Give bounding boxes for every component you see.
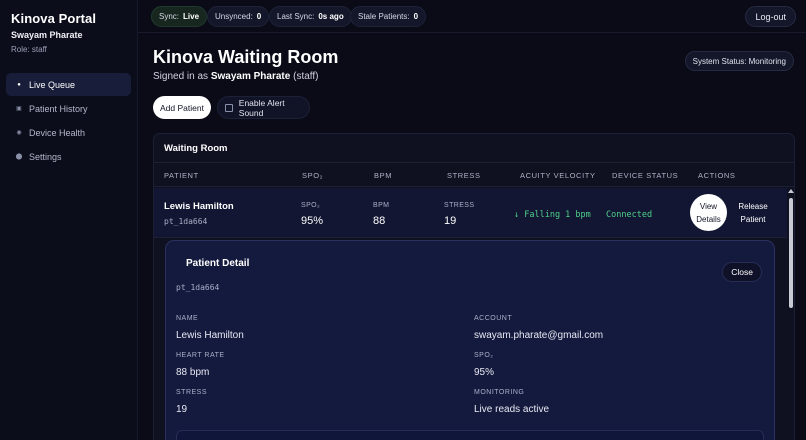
sidebar-item-settings[interactable]: ⬤ Settings bbox=[6, 145, 131, 168]
user-role: Role: staff bbox=[11, 45, 47, 54]
scroll-up-icon[interactable] bbox=[788, 189, 794, 193]
scrollbar[interactable] bbox=[787, 188, 794, 440]
stress-value: 19 bbox=[444, 215, 457, 227]
sidebar-item-label: Patient History bbox=[29, 103, 88, 114]
view-details-button[interactable]: View Details bbox=[690, 194, 727, 231]
last-sync-badge: Last Sync: 0s ago bbox=[269, 6, 352, 27]
list-icon: ▣ bbox=[16, 106, 22, 112]
alert-sound-checkbox[interactable] bbox=[225, 103, 233, 112]
sidebar: Kinova Portal Swayam Pharate Role: staff… bbox=[0, 0, 138, 440]
logout-button[interactable]: Log-out bbox=[745, 6, 796, 27]
add-patient-button[interactable]: Add Patient bbox=[153, 96, 211, 119]
view-line1: View bbox=[699, 201, 718, 211]
detail-spo2-value: 95% bbox=[474, 367, 495, 378]
last-sync-label: Last Sync: bbox=[277, 12, 315, 21]
unsynced-value: 0 bbox=[256, 12, 262, 21]
stress-label: STRESS bbox=[444, 202, 475, 209]
sync-value: Live bbox=[183, 12, 200, 21]
sidebar-nav: ● Live Queue ▣ Patient History ◉ Device … bbox=[6, 73, 131, 169]
alert-sound-toggle[interactable]: Enable Alert Sound bbox=[217, 96, 310, 119]
alert-sound-label: Enable Alert Sound bbox=[238, 97, 285, 118]
gauge-icon: ◉ bbox=[16, 130, 22, 136]
account-value: swayam.pharate@gmail.com bbox=[474, 330, 604, 341]
waiting-room-panel: Waiting Room PATIENT SPO₂ BPM STRESS ACU… bbox=[153, 133, 795, 440]
table-row[interactable]: Lewis Hamilton pt_1da664 SPO₂ 95% BPM 88… bbox=[154, 188, 787, 238]
column-header-spo2: SPO₂ bbox=[302, 171, 324, 180]
patient-id: pt_1da664 bbox=[164, 217, 208, 226]
device-status: Connected bbox=[606, 210, 653, 220]
table-header: PATIENT SPO₂ BPM STRESS ACUITY VELOCITY … bbox=[154, 162, 794, 187]
sync-status-badge: Sync: Live bbox=[151, 6, 208, 27]
stale-label: Stale Patients: bbox=[358, 12, 410, 21]
detail-bottom-section bbox=[176, 430, 764, 440]
last-sync-value: 0s ago bbox=[318, 12, 344, 21]
stale-value: 0 bbox=[413, 12, 419, 21]
close-button[interactable]: Close bbox=[722, 262, 762, 282]
column-header-acuity-velocity: ACUITY VELOCITY bbox=[520, 171, 596, 180]
sidebar-item-live-queue[interactable]: ● Live Queue bbox=[6, 73, 131, 96]
signed-prefix: Signed in as bbox=[153, 71, 209, 82]
sync-label: Sync: bbox=[159, 12, 180, 21]
column-header-stress: STRESS bbox=[447, 171, 481, 180]
signed-name: Swayam Pharate bbox=[210, 71, 291, 82]
sidebar-item-label: Settings bbox=[29, 151, 62, 162]
sidebar-item-patient-history[interactable]: ▣ Patient History bbox=[6, 97, 131, 120]
account-label: ACCOUNT bbox=[474, 315, 513, 322]
page-title: Kinova Waiting Room bbox=[153, 47, 339, 67]
dot-icon: ● bbox=[17, 81, 21, 88]
release-line1: Release bbox=[738, 201, 768, 211]
detail-stress-label: STRESS bbox=[176, 389, 208, 396]
detail-title: Patient Detail bbox=[186, 258, 250, 269]
column-header-patient: PATIENT bbox=[164, 171, 199, 180]
name-value: Lewis Hamilton bbox=[176, 330, 244, 341]
heart-rate-label: HEART RATE bbox=[176, 352, 225, 359]
top-bar: Sync: Live Unsynced: 0 Last Sync: 0s ago St… bbox=[138, 0, 806, 33]
patient-detail-card: Patient Detail pt_1da664 Close NAME Lewi… bbox=[165, 240, 775, 440]
acuity-velocity: ↓ Falling 1 bpm bbox=[514, 210, 591, 220]
signed-in-text: Signed in as Swayam Pharate (staff) bbox=[153, 71, 319, 82]
scrollbar-thumb[interactable] bbox=[789, 198, 793, 308]
column-header-bpm: BPM bbox=[374, 171, 393, 180]
view-line2: Details bbox=[696, 214, 721, 224]
monitoring-value: Live reads active bbox=[474, 404, 550, 415]
column-header-device-status: DEVICE STATUS bbox=[612, 171, 679, 180]
monitoring-label: MONITORING bbox=[474, 389, 525, 396]
patient-name: Lewis Hamilton bbox=[164, 201, 234, 212]
bpm-label: BPM bbox=[373, 202, 390, 209]
signed-role: (staff) bbox=[293, 71, 319, 82]
system-status-badge: System Status: Monitoring bbox=[684, 51, 794, 71]
panel-title: Waiting Room bbox=[164, 143, 228, 154]
release-patient-button[interactable]: Release Patient bbox=[732, 194, 774, 231]
detail-stress-value: 19 bbox=[176, 404, 188, 415]
gear-icon: ⬤ bbox=[15, 154, 23, 160]
unsynced-badge: Unsynced: 0 bbox=[207, 6, 270, 27]
stale-patients-badge: Stale Patients: 0 bbox=[350, 6, 427, 27]
release-line2: Patient bbox=[740, 214, 766, 224]
sidebar-item-label: Live Queue bbox=[29, 79, 76, 90]
detail-patient-id: pt_1da664 bbox=[176, 283, 220, 292]
heart-rate-value: 88 bpm bbox=[176, 367, 210, 378]
column-header-actions: ACTIONS bbox=[698, 171, 736, 180]
unsynced-label: Unsynced: bbox=[215, 12, 253, 21]
brand-logo: Kinova Portal bbox=[11, 11, 97, 26]
spo2-label: SPO₂ bbox=[301, 202, 321, 209]
bpm-value: 88 bbox=[373, 215, 386, 227]
sidebar-item-device-health[interactable]: ◉ Device Health bbox=[6, 121, 131, 144]
spo2-value: 95% bbox=[301, 215, 324, 227]
user-name: Swayam Pharate bbox=[11, 30, 83, 40]
sidebar-item-label: Device Health bbox=[29, 127, 86, 138]
name-label: NAME bbox=[176, 315, 199, 322]
detail-spo2-label: SPO₂ bbox=[474, 352, 494, 359]
